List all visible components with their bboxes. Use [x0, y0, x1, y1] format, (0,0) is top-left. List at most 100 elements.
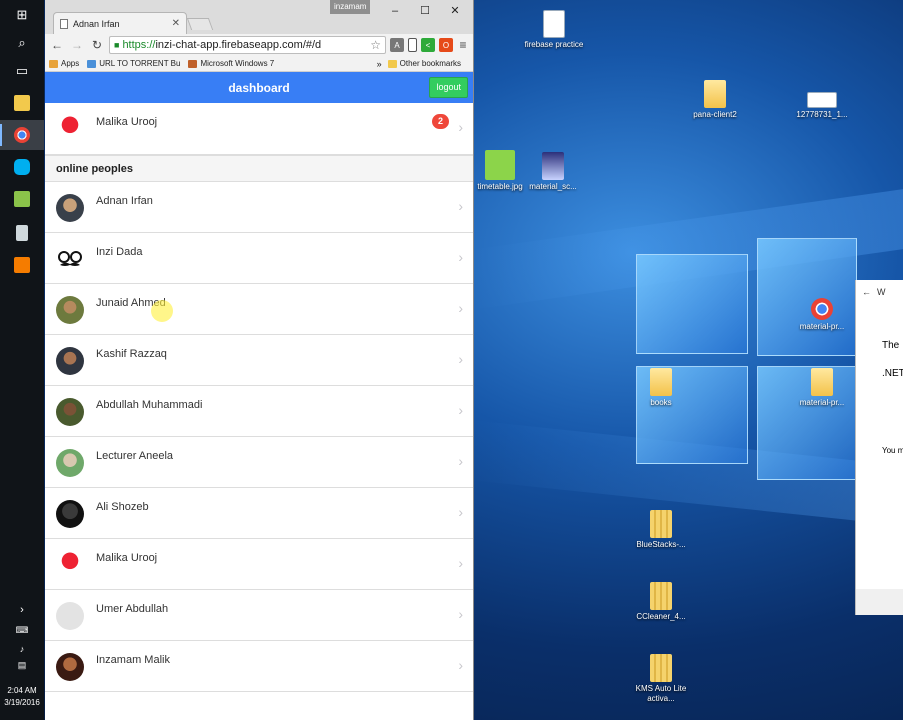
forward-icon[interactable]: →: [69, 38, 85, 52]
dialog-title: W: [877, 287, 886, 297]
online-item[interactable]: Abdullah Muhammadi ›: [45, 386, 473, 437]
menu-icon[interactable]: ≡: [457, 38, 469, 52]
image-icon: [807, 92, 837, 108]
windows-site-icon: [188, 59, 198, 68]
folder-icon: [704, 80, 726, 108]
chevron-right-icon: ›: [458, 555, 463, 571]
logout-button[interactable]: logout: [429, 77, 468, 98]
tab-title: Adnan Irfan: [73, 18, 120, 29]
avatar: [56, 296, 84, 324]
notifications-icon[interactable]: ▤: [0, 656, 44, 674]
chevron-right-icon: ›: [458, 300, 463, 316]
desktop-icon-books[interactable]: books: [621, 368, 701, 408]
partial-dialog-window: ← W The .NET You m: [855, 280, 903, 615]
chrome-document-icon: [811, 298, 833, 320]
online-item[interactable]: Junaid Ahmed ›: [45, 284, 473, 335]
profile-badge[interactable]: inzamam: [330, 0, 371, 14]
bookmark-apps[interactable]: Apps: [49, 59, 79, 68]
chrome-icon[interactable]: [0, 120, 44, 150]
avatar: [56, 398, 84, 426]
url-scheme: https://: [122, 39, 156, 51]
folder-icon: [650, 368, 672, 396]
desktop-icon-material-pr-chrome[interactable]: material-pr...: [782, 298, 862, 332]
online-item[interactable]: Malika Urooj ›: [45, 539, 473, 590]
minimize-icon[interactable]: –: [380, 0, 410, 22]
windows-logo-pane: [636, 254, 748, 354]
dialog-text-line: You m: [882, 446, 903, 455]
bookmarks-overflow[interactable]: »: [377, 59, 382, 69]
app-orange-icon[interactable]: [0, 250, 44, 280]
office-extension-icon[interactable]: O: [439, 38, 453, 52]
contact-name: Adnan Irfan: [96, 195, 153, 207]
clock-time[interactable]: 2:04 AM: [0, 686, 44, 696]
folder-icon: [387, 59, 397, 68]
file-explorer-icon[interactable]: [0, 88, 44, 118]
online-item[interactable]: Kashif Razzaq ›: [45, 335, 473, 386]
desktop-icon-kms-auto[interactable]: KMS Auto Lite activa...: [621, 654, 701, 704]
close-window-icon[interactable]: ✕: [440, 0, 470, 22]
bookmark-microsoft-windows[interactable]: Microsoft Windows 7: [188, 59, 274, 68]
desktop-icon-firebase-practice[interactable]: firebase practice: [514, 10, 594, 50]
avatar: [56, 194, 84, 222]
browser-toolbar: ← → ↻ ■ https://inzi-chat-app.firebaseap…: [45, 34, 473, 56]
search-icon[interactable]: ⌕: [0, 28, 44, 58]
maximize-icon[interactable]: ☐: [410, 0, 440, 22]
back-arrow-icon[interactable]: ←: [862, 287, 871, 297]
address-bar[interactable]: ■ https://inzi-chat-app.firebaseapp.com/…: [109, 36, 386, 54]
contact-item-malika-urooj[interactable]: Malika Urooj 2 ›: [45, 103, 473, 155]
windows-logo-icon[interactable]: ⊞: [0, 0, 44, 30]
desktop-icon-ccleaner[interactable]: CCleaner_4...: [621, 582, 701, 622]
bookmarks-bar: Apps URL TO TORRENT Bu Microsoft Windows…: [45, 56, 473, 72]
reload-icon[interactable]: ↻: [89, 38, 105, 52]
contact-name: Ali Shozeb: [96, 501, 149, 513]
new-tab-button[interactable]: [186, 18, 214, 30]
online-item[interactable]: Inzamam Malik ›: [45, 641, 473, 692]
desktop-icon-image-file[interactable]: 12778731_1...: [782, 92, 862, 120]
image-icon: [485, 150, 515, 180]
close-tab-icon[interactable]: ✕: [172, 18, 180, 29]
chevron-right-icon: ›: [458, 198, 463, 214]
avatar: [56, 653, 84, 681]
online-item[interactable]: Adnan Irfan ›: [45, 182, 473, 233]
device-extension-icon[interactable]: [408, 38, 417, 52]
bluestacks-icon[interactable]: [0, 184, 44, 214]
chevron-up-icon[interactable]: ›: [0, 600, 44, 620]
back-icon[interactable]: ←: [49, 38, 65, 52]
bookmark-url-to-torrent[interactable]: URL TO TORRENT Bu: [87, 59, 180, 68]
network-icon[interactable]: ⌨: [0, 620, 44, 640]
contact-name: Kashif Razzaq: [96, 348, 167, 360]
chevron-right-icon: ›: [458, 402, 463, 418]
online-item[interactable]: Inzi Dada ›: [45, 233, 473, 284]
clock-date[interactable]: 3/19/2016: [0, 698, 44, 708]
chevron-right-icon: ›: [458, 453, 463, 469]
bookmark-star-icon[interactable]: ☆: [370, 38, 381, 52]
other-bookmarks[interactable]: Other bookmarks: [387, 59, 461, 68]
windows-logo-pane: [757, 238, 857, 356]
online-item[interactable]: Umer Abdullah ›: [45, 590, 473, 641]
browser-tab[interactable]: Adnan Irfan ✕: [53, 12, 187, 34]
chevron-right-icon: ›: [458, 119, 463, 135]
contact-name: Malika Urooj: [96, 116, 158, 128]
taskbar: ⊞ ⌕ ▭ › ⌨ ♪ ▤ 2:04 AM 3/19/2016: [0, 0, 44, 720]
chevron-right-icon: ›: [458, 606, 463, 622]
zip-folder-icon: [650, 582, 672, 610]
desktop-icon-material-sc[interactable]: material_sc...: [513, 152, 593, 192]
online-item[interactable]: Lecturer Aneela ›: [45, 437, 473, 488]
skype-icon[interactable]: [0, 152, 44, 182]
apps-grid-icon: [49, 59, 58, 68]
desktop-icon-material-pr-folder[interactable]: material-pr...: [782, 368, 862, 408]
desktop-icon-bluestacks[interactable]: BlueStacks-...: [621, 510, 701, 550]
chevron-right-icon: ›: [458, 249, 463, 265]
app-header: dashboard logout: [45, 72, 473, 103]
contact-name: Inzi Dada: [96, 246, 143, 258]
zip-folder-icon: [650, 510, 672, 538]
share-extension-icon[interactable]: <: [421, 38, 435, 52]
section-header: online peoples: [45, 155, 473, 182]
angular-extension-icon[interactable]: A: [390, 38, 404, 52]
task-view-icon[interactable]: ▭: [0, 56, 44, 86]
desktop-icon-pana-client2[interactable]: pana-client2: [675, 80, 755, 120]
contact-name: Malika Urooj: [96, 552, 158, 564]
online-item[interactable]: Ali Shozeb ›: [45, 488, 473, 539]
notepad-icon[interactable]: [0, 218, 44, 248]
chevron-right-icon: ›: [458, 504, 463, 520]
